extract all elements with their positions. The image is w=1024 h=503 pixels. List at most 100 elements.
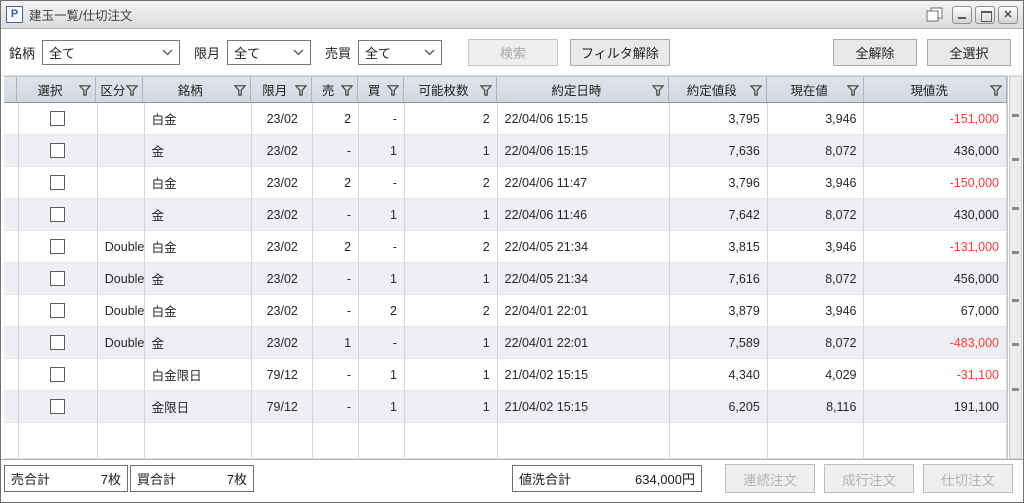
filter-funnel-icon[interactable]	[847, 85, 860, 96]
cell-price: 3,796	[670, 167, 768, 199]
table-row[interactable]: 金 23/02-1 1 22/04/06 15:15 7,636 8,072 436,000	[4, 135, 1007, 167]
cell-price: 3,879	[670, 295, 768, 327]
chevron-down-icon	[293, 49, 304, 55]
continuous-order-button[interactable]: 連続注文	[725, 464, 815, 493]
cell-sell: -	[313, 295, 360, 327]
title-bar[interactable]: P 建玉一覧/仕切注文	[1, 1, 1023, 29]
maximize-button[interactable]	[975, 5, 995, 24]
cell-name: 白金	[144, 231, 253, 263]
column-header-qty[interactable]: 可能枚数	[404, 77, 497, 102]
column-header-select[interactable]: 選択	[17, 77, 96, 102]
cell-name: 金	[144, 135, 253, 167]
table-row[interactable]: 金 23/02-1 1 22/04/06 11:46 7,642 8,072 430,000	[4, 199, 1007, 231]
cell-name: 金	[144, 263, 253, 295]
column-header-price[interactable]: 約定値段	[669, 77, 768, 102]
filter-funnel-icon[interactable]	[294, 85, 307, 96]
row-checkbox[interactable]	[50, 175, 66, 190]
scrollbar-mark	[1012, 251, 1019, 254]
cell-pnl: -131,000	[864, 231, 1007, 263]
cell-name: 白金	[144, 295, 253, 327]
row-checkbox[interactable]	[50, 399, 66, 414]
search-button[interactable]: 検索	[468, 38, 559, 66]
column-header-buy[interactable]: 買	[358, 77, 404, 102]
popout-icon[interactable]	[926, 7, 944, 23]
table-row[interactable]: 金限日 79/12-1 1 21/04/02 15:15 6,205 8,116 191,1…	[4, 391, 1007, 423]
row-checkbox[interactable]	[50, 111, 66, 126]
cell-pnl: -31,100	[864, 359, 1007, 391]
column-header-now[interactable]: 現在値	[767, 77, 865, 102]
cell-month: 23/02	[252, 231, 314, 263]
cell-sell: -	[313, 199, 360, 231]
row-checkbox[interactable]	[50, 143, 66, 158]
cell-buy: 1	[359, 135, 405, 167]
column-header-label: 約定値段	[686, 84, 737, 98]
cell-price: 7,589	[670, 327, 768, 359]
scrollbar-mark	[1012, 388, 1019, 391]
table-row[interactable]: 白金 23/02 2-2 22/04/06 11:47 3,796 3,946 -150,0…	[4, 167, 1007, 199]
cell-pnl: -150,000	[864, 167, 1007, 199]
cell-time: 22/04/06 11:46	[497, 199, 671, 231]
cell-buy: -	[359, 231, 405, 263]
close-order-button[interactable]: 仕切注文	[923, 464, 1013, 493]
row-checkbox[interactable]	[50, 335, 66, 350]
deselect-all-button[interactable]: 全解除	[833, 38, 917, 66]
buy-total-label: 買合計	[137, 472, 177, 487]
table-row[interactable]: Double 白金 23/02 2-2 22/04/05 21:34 3,815 3,946…	[4, 231, 1007, 263]
cell-sell: -	[313, 263, 360, 295]
row-gutter	[4, 199, 19, 231]
column-header-label: 現値洗	[910, 84, 948, 98]
filter-funnel-icon[interactable]	[386, 85, 399, 96]
pnl-total-value: 634,000円	[635, 472, 695, 487]
filter-funnel-icon[interactable]	[479, 85, 492, 96]
cell-month: 23/02	[252, 263, 314, 295]
filter-funnel-icon[interactable]	[750, 85, 763, 96]
filter-funnel-icon[interactable]	[125, 85, 138, 96]
row-checkbox[interactable]	[50, 303, 66, 318]
column-header-name[interactable]: 銘柄	[143, 77, 251, 102]
filter-funnel-icon[interactable]	[990, 85, 1002, 96]
cell-sell: 1	[313, 327, 360, 359]
row-checkbox[interactable]	[50, 239, 66, 254]
filter-funnel-icon[interactable]	[340, 85, 353, 96]
cell-month: 79/12	[252, 391, 314, 423]
cell-now: 3,946	[767, 103, 865, 135]
filter-funnel-icon[interactable]	[233, 85, 246, 96]
minimize-button[interactable]	[952, 5, 972, 24]
symbol-filter-select[interactable]: 全て	[42, 39, 181, 65]
row-checkbox[interactable]	[50, 207, 66, 222]
cell-now: 8,072	[767, 263, 865, 295]
column-header-month[interactable]: 限月	[251, 77, 312, 102]
table-row[interactable]: Double 金 23/02-1 1 22/04/05 21:34 7,616 8,072 4…	[4, 263, 1007, 295]
vertical-scrollbar[interactable]	[1009, 76, 1022, 459]
cell-buy: 1	[359, 263, 405, 295]
column-header-time[interactable]: 約定日時	[497, 77, 670, 102]
cell-time: 22/04/01 22:01	[497, 295, 671, 327]
empty-cell	[313, 423, 360, 459]
column-header-pnl[interactable]: 現値洗	[864, 77, 1007, 102]
table-row[interactable]: Double 金 23/02 1-1 22/04/01 22:01 7,589 8,072-…	[4, 327, 1007, 359]
side-filter-select[interactable]: 全て	[358, 39, 443, 65]
column-header-sell[interactable]: 売	[312, 77, 358, 102]
row-checkbox[interactable]	[50, 367, 66, 382]
cell-qty: 1	[404, 263, 498, 295]
close-button[interactable]	[998, 5, 1018, 24]
cell-month: 79/12	[252, 359, 314, 391]
column-header-kubun[interactable]: 区分	[96, 77, 143, 102]
row-gutter	[4, 327, 19, 359]
cell-now: 3,946	[767, 295, 865, 327]
month-filter-select[interactable]: 全て	[227, 39, 312, 65]
table-row[interactable]: Double 白金 23/02-2 2 22/04/01 22:01 3,879 3,946…	[4, 295, 1007, 327]
table-row[interactable]: 白金限日 79/12-1 1 21/04/02 15:15 4,340 4,029 -31,…	[4, 359, 1007, 391]
filter-funnel-icon[interactable]	[652, 85, 665, 96]
app-icon: P	[6, 6, 23, 23]
market-order-button[interactable]: 成行注文	[824, 464, 914, 493]
row-checkbox[interactable]	[50, 271, 66, 286]
clear-filter-button[interactable]: フィルタ解除	[570, 38, 670, 66]
table-row[interactable]: 白金 23/02 2-2 22/04/06 15:15 3,795 3,946 -151,0…	[4, 103, 1007, 135]
select-all-button[interactable]: 全選択	[927, 38, 1011, 66]
sell-total-box: 売合計 7枚	[4, 465, 128, 492]
filter-funnel-icon[interactable]	[78, 85, 91, 96]
empty-cell	[864, 423, 1007, 459]
cell-buy: -	[359, 103, 405, 135]
cell-price: 7,636	[670, 135, 768, 167]
